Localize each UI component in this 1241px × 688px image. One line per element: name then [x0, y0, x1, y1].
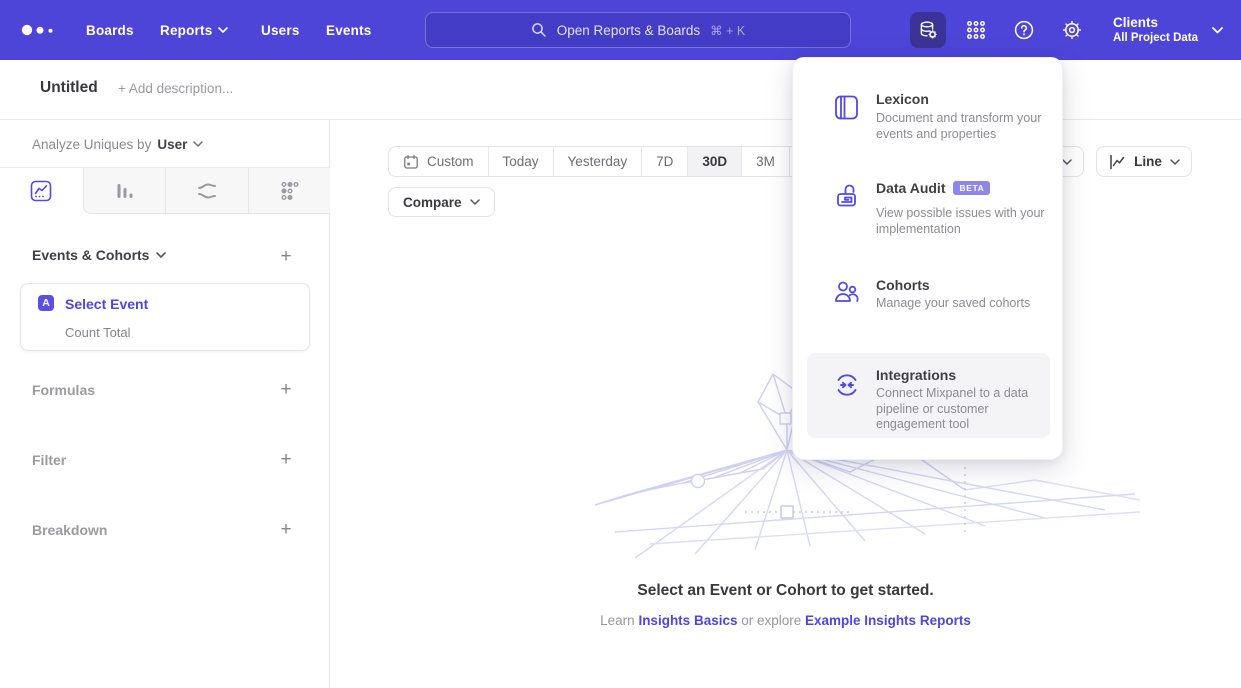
tab-flow-chart[interactable] — [165, 168, 248, 214]
project-scope: All Project Data — [1113, 31, 1198, 46]
menu-item-data-audit[interactable]: Data Audit BETA View possible issues wit… — [793, 158, 1064, 253]
chevron-down-icon — [218, 27, 228, 33]
apps-grid-button[interactable] — [958, 12, 994, 48]
menu-item-lexicon[interactable]: Lexicon Document and transform your even… — [793, 58, 1064, 158]
events-cohorts-header[interactable]: Events & Cohorts — [32, 247, 166, 263]
empty-state-heading: Select an Event or Cohort to get started… — [330, 582, 1241, 600]
page-title[interactable]: Untitled — [40, 79, 98, 97]
help-button[interactable] — [1006, 12, 1042, 48]
event-card[interactable]: A Select Event Count Total — [20, 283, 310, 351]
calendar-icon — [403, 154, 419, 170]
menu-item-cohorts[interactable]: Cohorts Manage your saved cohorts — [793, 253, 1064, 333]
analyze-prefix: Analyze Uniques by — [32, 137, 151, 152]
line-style-icon — [1108, 153, 1126, 171]
bar-chart-icon — [112, 179, 136, 203]
count-total-label: Count Total — [65, 325, 131, 340]
settings-button[interactable] — [1054, 12, 1090, 48]
lexicon-book-icon — [833, 94, 860, 121]
add-event-button[interactable]: + — [276, 246, 296, 266]
date-range-yesterday[interactable]: Yesterday — [553, 147, 642, 176]
cohorts-people-icon — [833, 278, 860, 305]
add-description[interactable]: + Add description... — [118, 81, 233, 96]
search-placeholder: Open Reports & Boards — [557, 23, 700, 38]
tab-bar-chart[interactable] — [83, 168, 166, 214]
date-range-today[interactable]: Today — [488, 147, 553, 176]
flow-chart-icon — [195, 179, 219, 203]
nav-item-events[interactable]: Events — [326, 0, 371, 60]
date-range-7d[interactable]: 7D — [641, 147, 687, 176]
insights-basics-link[interactable]: Insights Basics — [638, 613, 737, 628]
database-gear-icon — [917, 19, 939, 41]
date-range-custom[interactable]: Custom — [389, 147, 488, 176]
data-audit-icon — [833, 182, 860, 209]
data-management-menu: Lexicon Document and transform your even… — [792, 57, 1063, 460]
add-filter-button[interactable]: + — [276, 449, 296, 469]
integrations-sync-icon — [833, 371, 861, 399]
chevron-down-icon — [1212, 27, 1223, 34]
formulas-label: Formulas — [32, 382, 95, 398]
question-circle-icon — [1013, 19, 1035, 41]
tab-line-chart[interactable] — [0, 168, 83, 214]
add-formula-button[interactable]: + — [276, 379, 296, 399]
scatter-chart-icon — [277, 179, 301, 203]
nav-item-users[interactable]: Users — [261, 0, 300, 60]
analyze-value: User — [157, 137, 187, 152]
date-range-30d[interactable]: 30D — [687, 147, 741, 176]
top-navigation: Boards Reports Users Events Open Reports… — [0, 0, 1241, 60]
empty-state-subtext: Learn Insights Basics or explore Example… — [330, 613, 1241, 628]
apps-grid-icon — [965, 19, 987, 41]
select-event-label: Select Event — [65, 296, 148, 312]
search-shortcut: ⌘ + K — [710, 23, 745, 38]
beta-badge: BETA — [953, 181, 990, 195]
query-sidebar: Analyze Uniques by User — [0, 121, 330, 688]
gear-icon — [1061, 19, 1083, 41]
search-icon — [531, 22, 547, 38]
compare-button[interactable]: Compare — [388, 187, 495, 217]
chart-style-dropdown[interactable]: Line — [1096, 146, 1192, 177]
example-insights-reports-link[interactable]: Example Insights Reports — [805, 613, 971, 628]
filter-label: Filter — [32, 452, 66, 468]
search-input[interactable]: Open Reports & Boards ⌘ + K — [425, 12, 851, 48]
chevron-down-icon — [156, 252, 166, 258]
data-management-button[interactable] — [910, 12, 946, 48]
chevron-down-icon — [1170, 159, 1180, 165]
nav-item-reports[interactable]: Reports — [160, 0, 228, 60]
mixpanel-logo-icon[interactable] — [20, 22, 58, 38]
date-range-control: Custom Today Yesterday 7D 30D 3M 6M — [388, 146, 838, 177]
add-breakdown-button[interactable]: + — [276, 519, 296, 539]
org-name: Clients — [1113, 14, 1198, 31]
breakdown-label: Breakdown — [32, 522, 107, 538]
chevron-down-icon — [193, 141, 203, 147]
date-range-3m[interactable]: 3M — [741, 147, 789, 176]
menu-item-integrations[interactable]: Integrations Connect Mixpanel to a data … — [793, 353, 1064, 438]
line-chart-icon — [29, 179, 53, 203]
project-switcher[interactable]: Clients All Project Data — [1113, 9, 1223, 51]
analyze-uniques-dropdown[interactable]: Analyze Uniques by User — [32, 121, 203, 167]
tab-scatter-chart[interactable] — [248, 168, 331, 214]
chart-type-tabs — [0, 167, 330, 213]
chevron-down-icon — [470, 199, 480, 205]
nav-item-boards[interactable]: Boards — [86, 0, 134, 60]
event-series-badge: A — [38, 295, 54, 311]
